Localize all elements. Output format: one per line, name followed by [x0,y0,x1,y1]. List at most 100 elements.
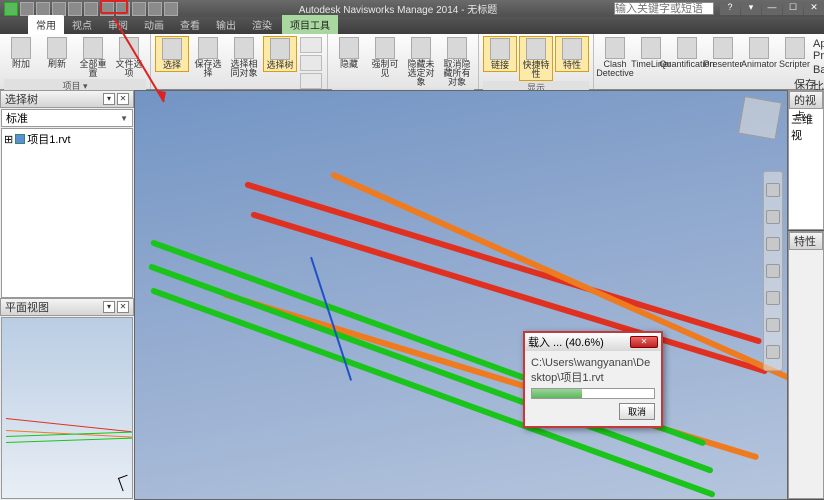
quick-props-button[interactable]: 快捷特性 [519,36,553,81]
help-button[interactable]: ? [720,2,740,15]
cursor-icon [162,38,182,60]
pan-icon[interactable] [766,210,780,224]
fileopt-icon [119,37,139,59]
appearance-profiler-button[interactable]: Appearance Profiler [813,38,824,62]
quantification-button[interactable]: Quantification [670,36,704,70]
tree-mode-combo[interactable]: 标准 ▼ [1,109,133,127]
selection-tree[interactable]: ⊞ 项目1.rvt [1,128,133,298]
undo-icon[interactable] [68,2,82,16]
require-button[interactable]: 强制可见 [368,36,402,79]
plan-view-header[interactable]: 平面视图 ▾✕ [0,298,134,316]
ribbon-group-project: 附加 刷新 全部重置 文件选项 项目 ▾ [0,34,151,89]
unhide-all-button[interactable]: 取消隐藏所有对象 [440,36,474,88]
hide-unselected-button[interactable]: 隐藏未选定对象 [404,36,438,88]
presenter-button[interactable]: Presenter [706,36,740,70]
properties-panel[interactable]: 特性 [788,231,824,499]
dialog-title: 载入 ... (40.6%) [528,334,604,350]
tab-view[interactable]: 查看 [172,15,208,34]
clash-button[interactable]: Clash Detective [598,36,632,79]
right-sidebar: 保存的视点 三维视 特性 [788,90,824,500]
ribbon-group-display: 链接 快捷特性 特性 显示 [479,34,594,89]
append-icon [11,37,31,59]
orbit-icon[interactable] [766,264,780,278]
animator-button[interactable]: Animator [742,36,776,70]
tree-item[interactable]: ⊞ 项目1.rvt [4,131,130,147]
selection-tree-header[interactable]: 选择树 ▾✕ [0,90,134,108]
close-button[interactable]: ✕ [804,2,824,15]
append-button[interactable]: 附加 [4,36,38,70]
steering-wheel-icon[interactable] [766,183,780,197]
reset-all-button[interactable]: 全部重置 [76,36,110,79]
minimize-button[interactable]: — [762,2,782,15]
tab-animation[interactable]: 动画 [136,15,172,34]
new-icon[interactable] [20,2,34,16]
unhide-icon [447,37,467,59]
hide-button[interactable]: 隐藏 [332,36,366,70]
search-input[interactable] [614,2,714,15]
panel-close-icon[interactable]: ✕ [117,93,129,105]
expand-icon[interactable]: ⊞ [4,133,13,146]
timeliner-icon [641,37,661,59]
links-button[interactable]: 链接 [483,36,517,72]
save-icon[interactable] [52,2,66,16]
help-icon[interactable] [148,2,162,16]
options-icon[interactable] [164,2,178,16]
redo-icon[interactable] [84,2,98,16]
plan-view[interactable] [1,317,133,499]
pin2-icon[interactable]: ▾ [103,301,115,313]
clash-icon [605,37,625,59]
cancel-button[interactable]: 取消 [619,403,655,420]
print-icon[interactable] [100,2,114,16]
hideunsel-icon [411,37,431,59]
select-button[interactable]: 选择 [155,36,189,72]
maximize-button[interactable]: ☐ [783,2,803,15]
fly-icon[interactable] [766,345,780,359]
tab-render[interactable]: 渲染 [244,15,280,34]
saved-viewpoints-panel[interactable]: 保存的视点 三维视 [788,90,824,230]
refresh-icon[interactable] [132,2,146,16]
tab-output[interactable]: 输出 [208,15,244,34]
dialog-close-icon[interactable]: ✕ [630,336,658,348]
refresh-button[interactable]: 刷新 [40,36,74,70]
dialog-titlebar[interactable]: 载入 ... (40.6%) ✕ [525,333,661,351]
left-sidebar: 选择树 ▾✕ 标准 ▼ ⊞ 项目1.rvt 平面视图 ▾✕ [0,90,134,500]
ribbon-group-select: 选择 保存选择 选择相同对象 选择树 选择和搜索 ▾ [151,34,328,89]
find-items-button[interactable] [300,37,322,53]
sets-button[interactable] [300,73,322,89]
tab-home[interactable]: 常用 [28,15,64,34]
panel-close2-icon[interactable]: ✕ [117,301,129,313]
animator-icon [749,37,769,59]
tab-review[interactable]: 审阅 [100,15,136,34]
savesel-icon [198,37,218,59]
options-button[interactable]: ▾ [741,2,761,15]
cursor-icon [118,475,132,492]
3d-viewport[interactable]: 载入 ... (40.6%) ✕ C:\Users\wangyanan\Desk… [134,90,788,500]
plan-view-title: 平面视图 [5,299,49,315]
window-title: Autodesk Navisworks Manage 2014 - 无标题 [182,1,614,16]
properties-button[interactable]: 特性 [555,36,589,72]
properties-title: 特性 [794,233,816,249]
app-menu-icon[interactable] [4,2,18,16]
file-options-button[interactable]: 文件选项 [112,36,146,79]
save-selection-button[interactable]: 保存选择 [191,36,225,79]
quick-find-button[interactable] [300,55,322,71]
combo-value: 标准 [6,110,28,126]
pin-icon[interactable]: ▾ [103,93,115,105]
seltree-icon [270,38,290,60]
zoom-icon[interactable] [766,237,780,251]
select-icon[interactable] [116,2,130,16]
scripter-button[interactable]: Scripter [778,36,811,70]
ribbon: 附加 刷新 全部重置 文件选项 项目 ▾ 选择 保存选择 选择相同对象 选择树 … [0,34,824,90]
tab-viewpoint[interactable]: 视点 [64,15,100,34]
tree-item-label: 项目1.rvt [27,131,70,147]
selection-tree-button[interactable]: 选择树 [263,36,297,72]
viewcube[interactable] [738,96,782,140]
viewpoint-item[interactable]: 三维视 [791,114,813,142]
select-same-button[interactable]: 选择相同对象 [227,36,261,79]
batch-utility-button[interactable]: Batch Utility [813,64,824,76]
walk-icon[interactable] [766,318,780,332]
tab-item-tools[interactable]: 项目工具 [282,15,338,34]
window-controls: ? ▾ — ☐ ✕ [720,2,824,15]
open-icon[interactable] [36,2,50,16]
look-icon[interactable] [766,291,780,305]
